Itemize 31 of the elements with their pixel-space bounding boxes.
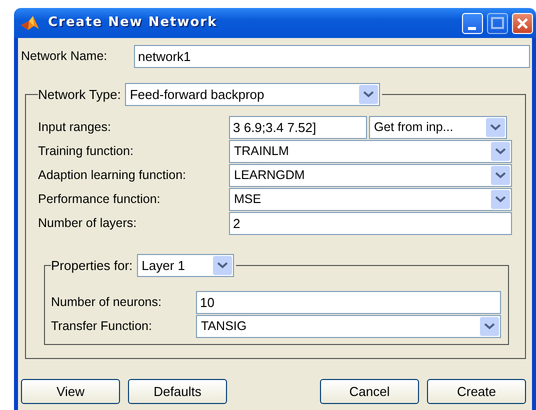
field-label: Network Name: — [21, 48, 108, 66]
group-label: Network Type: — [38, 88, 121, 101]
minimize-button[interactable] — [462, 12, 483, 34]
dialog-button[interactable]: Create — [427, 379, 526, 404]
dialog-button[interactable]: Cancel — [320, 379, 419, 404]
dropdown-field[interactable]: Get from inp... — [369, 116, 507, 138]
field-label: Number of layers: — [38, 214, 138, 232]
field-label: Adaption learning function: — [38, 166, 188, 184]
maximize-button[interactable] — [487, 12, 508, 34]
close-button[interactable] — [512, 12, 533, 34]
field-label: Transfer Function: — [51, 318, 153, 335]
dialog-button[interactable]: Defaults — [128, 379, 227, 404]
dropdown-field[interactable]: Layer 1 — [136, 254, 234, 277]
dropdown-field[interactable]: MSE — [229, 188, 512, 210]
app-logo-icon — [20, 15, 40, 31]
field-label: Number of neurons: — [51, 294, 162, 311]
dialog-button[interactable]: View — [21, 379, 120, 404]
field-label: Input ranges: — [38, 118, 112, 136]
dropdown-field[interactable]: TRAINLM — [229, 140, 512, 162]
text-field[interactable]: 10 — [196, 290, 501, 314]
field-label: Training function: — [38, 142, 134, 160]
dropdown-field[interactable]: Feed-forward backprop — [124, 83, 380, 106]
dropdown-field[interactable]: TANSIG — [196, 314, 501, 338]
dropdown-field[interactable]: LEARNGDM — [229, 164, 512, 186]
group-label: Properties for: — [51, 259, 133, 272]
text-field[interactable]: network1 — [134, 45, 530, 68]
text-field[interactable]: 2 — [229, 212, 512, 234]
window-title: Create New Network — [48, 14, 218, 32]
text-field[interactable]: 3 6.9;3.4 7.52] — [229, 116, 367, 138]
field-label: Performance function: — [38, 190, 162, 208]
minimize-icon — [468, 26, 476, 30]
